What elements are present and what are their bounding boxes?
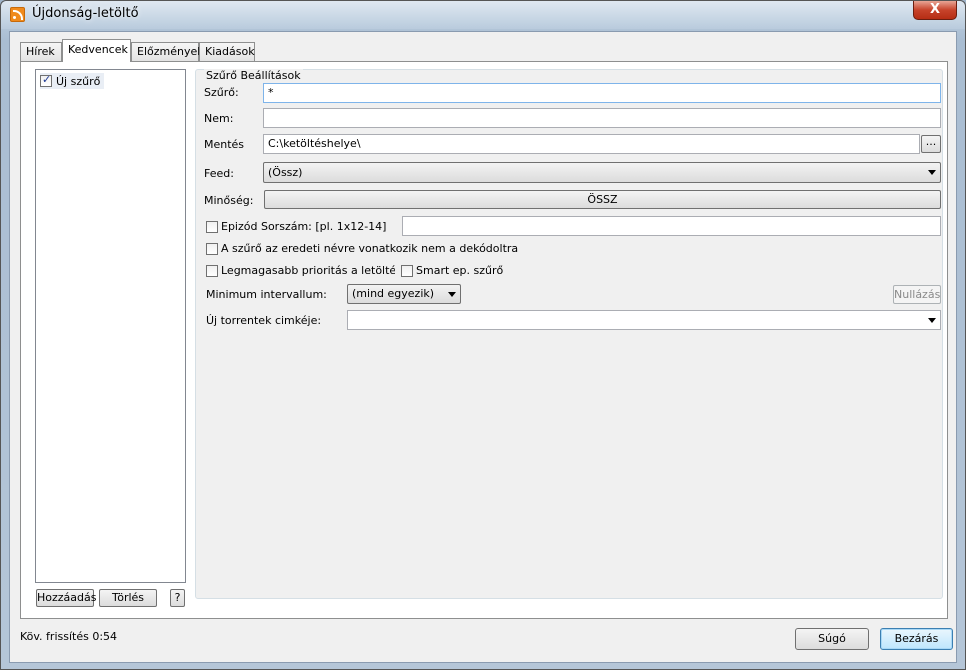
decoded-option[interactable]: A szűrő az eredeti névre vonatkozik nem … (206, 242, 518, 255)
window-title: Újdonság-letöltő (32, 6, 139, 21)
close-button[interactable]: Bezárás (880, 628, 953, 650)
tab-elozmenyek[interactable]: Előzmények (131, 42, 204, 61)
chevron-down-icon (448, 292, 456, 297)
help-button[interactable]: Súgó (795, 628, 869, 650)
filter-input[interactable]: * (263, 83, 941, 103)
reset-button[interactable]: Nullázás (893, 285, 941, 304)
status-text: Köv. frissítés 0:54 (20, 630, 118, 643)
favorites-panel: Új szűrő Hozzáadás Törlés ? Szűrő Beállí… (20, 61, 948, 619)
episode-label: Epizód Sorszám: [pl. 1x12-14] (221, 220, 387, 233)
feed-label: Feed: (204, 167, 234, 180)
filter-name: Új szűrő (56, 74, 101, 88)
min-interval-value: (mind egyezik) (352, 287, 435, 300)
tab-kiadasok[interactable]: Kiadások (199, 42, 255, 61)
add-filter-button[interactable]: Hozzáadás (36, 589, 97, 607)
smart-ep-checkbox[interactable] (401, 264, 413, 277)
filter-list[interactable]: Új szűrő (35, 69, 186, 583)
title-bar[interactable]: Újdonság-letöltő X (1, 1, 965, 29)
dialog-client: Hírek Kedvencek Előzmények Kiadások Új s… (9, 31, 957, 663)
episode-option[interactable]: Epizód Sorszám: [pl. 1x12-14] (206, 220, 386, 233)
torrent-label-label: Új torrentek cimkéje: (206, 314, 322, 327)
filter-enabled-checkbox[interactable] (40, 73, 52, 87)
list-item[interactable]: Új szűrő (40, 73, 105, 89)
not-input[interactable] (263, 108, 941, 128)
feed-select-value: (Össz) (268, 166, 303, 179)
episode-checkbox[interactable] (206, 220, 218, 233)
smart-ep-label: Smart ep. szűrő (416, 264, 504, 277)
smart-ep-option[interactable]: Smart ep. szűrő (401, 264, 503, 277)
priority-checkbox[interactable] (206, 264, 218, 277)
filter-settings-group: Szűrő Beállítások Szűrő: * Nem: Mentés C… (195, 69, 943, 599)
chevron-down-icon (928, 318, 936, 323)
decoded-checkbox[interactable] (206, 242, 218, 255)
torrent-label-select[interactable] (347, 310, 941, 330)
quality-label: Minőség: (204, 194, 254, 207)
chevron-down-icon (928, 170, 936, 175)
quality-button[interactable]: ÖSSZ (264, 190, 941, 209)
app-window: Újdonság-letöltő X Hírek Kedvencek Előzm… (0, 0, 966, 670)
episode-input[interactable] (402, 216, 941, 236)
save-path-input[interactable]: C:\ketöltéshelye\ (263, 134, 920, 154)
delete-filter-button[interactable]: Törlés (99, 589, 157, 607)
tab-hirek[interactable]: Hírek (20, 42, 62, 61)
tab-kedvencek[interactable]: Kedvencek (62, 39, 131, 62)
group-title: Szűrő Beállítások (204, 69, 303, 82)
min-interval-select[interactable]: (mind egyezik) (347, 284, 461, 304)
browse-button[interactable]: ... (921, 135, 941, 153)
close-window-button[interactable]: X (913, 1, 957, 20)
min-interval-label: Minimum intervallum: (206, 288, 327, 301)
filter-label: Szűrő: (204, 86, 239, 99)
not-label: Nem: (204, 112, 234, 125)
help-question-button[interactable]: ? (170, 589, 185, 607)
feed-select[interactable]: (Össz) (263, 162, 941, 183)
priority-label: Legmagasabb prioritás a letöltésekre (221, 264, 395, 277)
decoded-label: A szűrő az eredeti névre vonatkozik nem … (221, 242, 519, 255)
priority-option[interactable]: Legmagasabb prioritás a letöltésekre (206, 264, 395, 277)
rss-icon (10, 7, 25, 22)
save-label: Mentés (204, 138, 245, 151)
